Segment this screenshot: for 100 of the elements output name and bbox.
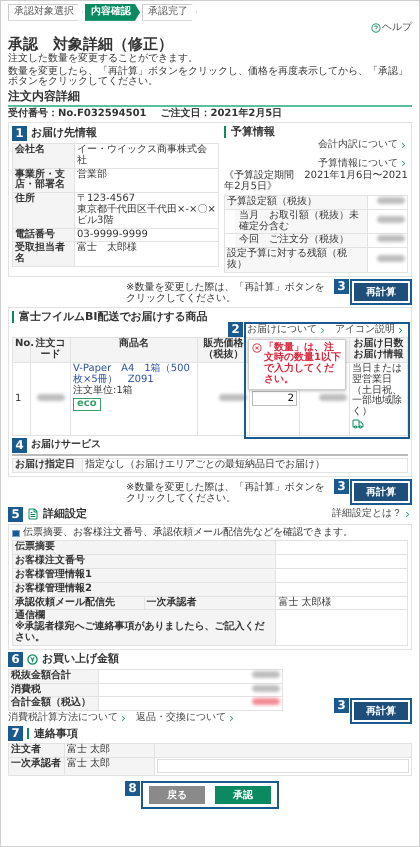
table-header-cell: 通信欄 ※承認者様宛へご連絡事項がありましたら、ご記入ください。 — [12, 610, 276, 646]
page-title: 承認 対象詳細（修正） — [8, 36, 174, 52]
info-link[interactable]: 予算情報について — [318, 158, 408, 170]
blurred-value — [377, 216, 405, 224]
description-text: 注文した数量を変更することができます。 — [8, 54, 199, 65]
info-link[interactable]: アイコン説明 — [335, 324, 405, 336]
table-cell: 03-9999-9999 — [74, 228, 219, 242]
info-link[interactable]: 返品・交換について — [136, 713, 236, 724]
info-link[interactable]: 詳細設定とは？ — [332, 508, 412, 520]
table-header-cell: お客様注文番号 — [12, 554, 276, 568]
chevron-icon — [227, 714, 236, 724]
annotation-number: 4 — [12, 438, 27, 453]
table-header-cell: 伝票摘要 — [12, 540, 276, 555]
table-header-cell: 事業所・支店・部署名 — [12, 168, 74, 193]
chevron-icon — [403, 510, 412, 519]
table-header-cell: 承認依頼メール配信先 — [12, 596, 144, 610]
approve-button[interactable]: 承認 — [215, 786, 271, 804]
progress-step: 承認対象選択 — [8, 4, 83, 21]
table-cell: 営業部 — [74, 168, 219, 193]
subsection-title: お届けサービス — [31, 440, 101, 451]
recalc-button[interactable]: 再計算 — [354, 702, 408, 720]
progress-step: 内容確認 — [85, 4, 140, 21]
subsection-title: 連絡事項 — [27, 728, 78, 740]
eco-badge: eco — [73, 398, 101, 412]
table-header-cell: 設定予算に対する残額（税抜） — [224, 248, 368, 272]
subsection-title: お届け先情報 — [31, 127, 97, 140]
info-icon — [12, 530, 20, 536]
table-cell: 1 — [12, 362, 30, 436]
error-message: 「数量」は、注文時の数量1以下で入力してください。 — [264, 342, 342, 386]
blurred-value — [252, 698, 280, 706]
table-header-cell: 消費税 — [8, 683, 98, 697]
blurred-value — [377, 235, 405, 242]
input-field[interactable] — [157, 758, 409, 773]
table-header-cell: 住所 — [12, 192, 74, 228]
blurred-value — [219, 394, 247, 401]
table-header-cell: 富士 太郎 — [64, 743, 154, 758]
recalc-note: ※数量を変更した際は、「再計算」ボタンをクリックしてください。 — [126, 283, 326, 305]
order-unit: 注文単位:1箱 — [73, 386, 134, 396]
yen-circle-icon — [27, 654, 38, 665]
error-icon — [252, 342, 262, 353]
table-header-cell: 一次承認者 — [144, 596, 276, 610]
table-header-cell: 電話番号 — [12, 228, 74, 242]
table-header-cell: 税抜金額合計 — [8, 669, 98, 684]
annotation-number: 2 — [228, 322, 243, 337]
annotation-number: 3 — [334, 698, 349, 713]
help-icon — [371, 23, 381, 34]
column-header: お届け日数お届け情報 — [350, 338, 408, 363]
table-cell: 指定なし（お届けエリアごとの最短納品日でお届け） — [82, 458, 408, 472]
product-link[interactable]: V-Paper A4 1箱（500枚×5冊） Z091 — [73, 364, 195, 386]
budget-period: 《予算設定期間 2021年1月6日〜2021年2月5日》 — [224, 171, 408, 193]
delivery-info: 当日または翌営業日（土日祝、一部地域除く） — [352, 364, 403, 418]
annotation-number: 5 — [8, 506, 23, 522]
truck-icon — [352, 418, 364, 430]
info-link[interactable]: 会計内訳について — [318, 140, 408, 151]
table-header-cell: お客様管理情報1 — [12, 568, 276, 582]
table-header-cell: 当月 お取引額（税抜）未確定分含む — [224, 209, 368, 234]
annotation-number: 3 — [334, 278, 349, 294]
chevron-icon — [396, 326, 405, 335]
chevron-icon — [119, 714, 128, 724]
table-header-cell: 受取担当者名 — [12, 242, 74, 266]
info-link[interactable]: お届けについて — [247, 324, 327, 336]
subsection-title: 予算情報 — [224, 126, 408, 138]
table-header-cell: 予算設定額（税抜） — [224, 195, 368, 210]
blurred-value — [377, 254, 405, 262]
blurred-value — [252, 670, 280, 678]
blurred-value — [319, 394, 347, 401]
description-text: 数量を変更したら、「再計算」ボタンをクリックし、価格を再度表示してから、「承認」ボタンをクリックしてください。 — [8, 66, 409, 88]
recalc-button[interactable]: 再計算 — [354, 282, 408, 301]
annotation-number: 3 — [334, 478, 349, 494]
progress-step: 承認完了 — [142, 4, 197, 21]
table-header-cell: 一次承認者 — [8, 757, 64, 776]
column-header: 販売価格（税抜） — [198, 338, 250, 363]
annotation-number: 7 — [8, 726, 23, 741]
blurred-value — [36, 394, 64, 401]
receipt-number: 受付番号：No.F032594501 — [8, 109, 146, 120]
document-icon — [27, 508, 39, 520]
annotation-number: 8 — [125, 781, 140, 796]
table-header-cell: 注文者 — [8, 743, 64, 758]
table-header-cell: 富士 太郎 — [64, 757, 154, 776]
column-header: No. — [12, 338, 30, 363]
column-header: 商品名 — [70, 338, 198, 363]
info-text: 伝票摘要、お客様注文番号、承認依頼メール配信先などを確認できます。 — [23, 528, 353, 538]
info-link[interactable]: 消費税計算方法について — [8, 713, 128, 724]
table-cell: 富士 太郎様 — [276, 596, 408, 610]
section-title: 注文内容詳細 — [8, 90, 412, 108]
table-cell: 富士 太郎様 — [74, 242, 219, 266]
recalc-button[interactable]: 再計算 — [354, 482, 408, 501]
table-header-cell: お客様管理情報2 — [12, 582, 276, 596]
quantity-field[interactable]: 2 — [252, 391, 297, 406]
recalc-note: ※数量を変更した際は、「再計算」ボタンをクリックしてください。 — [126, 483, 326, 505]
table-header-cell: お届け指定日 — [12, 458, 82, 472]
blurred-value — [377, 196, 405, 204]
order-date: ご注文日：2021年2月5日 — [160, 109, 282, 120]
table-cell: 〒123-4567 東京都千代田区千代田×-×〇×ビル3階 — [74, 192, 219, 228]
annotation-number: 1 — [12, 126, 27, 141]
table-header-cell: 今回 ご注文分（税抜） — [224, 234, 368, 248]
help-link[interactable]: ヘルプ — [371, 22, 412, 34]
chevron-icon — [318, 326, 327, 335]
subsection-title: お買い上げ金額 — [42, 653, 119, 666]
subsection-title: 詳細設定 — [43, 508, 87, 520]
